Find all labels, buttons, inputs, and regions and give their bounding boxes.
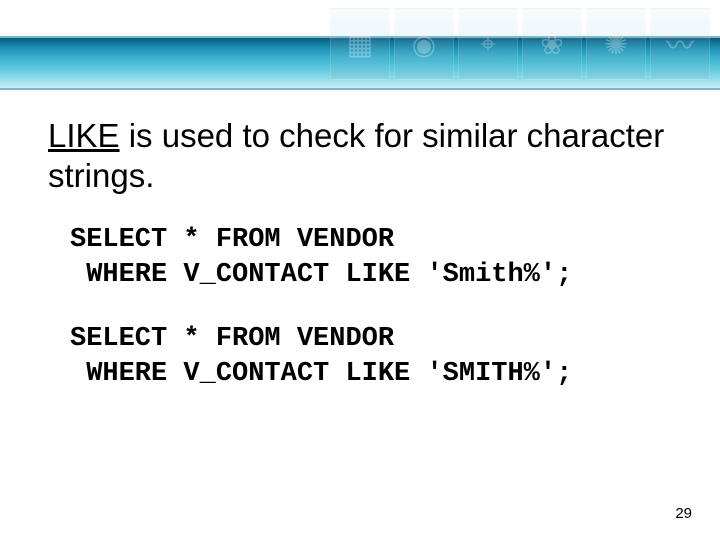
compass-icon: ⌖: [458, 8, 518, 80]
sql-code-2: SELECT * FROM VENDOR WHERE V_CONTACT LIK…: [70, 322, 672, 391]
banner-icon-row: ▦ ◉ ⌖ ❀ ✺ 〰: [330, 8, 710, 80]
heading-keyword: LIKE: [48, 117, 120, 154]
wave-icon: 〰: [650, 8, 710, 80]
sql-code-1: SELECT * FROM VENDOR WHERE V_CONTACT LIK…: [70, 223, 672, 292]
satellite-icon: ✺: [586, 8, 646, 80]
globe-icon: ◉: [394, 8, 454, 80]
heading-rest: is used to check for similar character s…: [48, 117, 664, 194]
slide-content: LIKE is used to check for similar charac…: [0, 86, 720, 391]
page-number: 29: [675, 505, 692, 522]
slide-heading: LIKE is used to check for similar charac…: [48, 116, 672, 195]
flower-icon: ❀: [522, 8, 582, 80]
solar-panel-icon: ▦: [330, 8, 390, 80]
slide-banner: ▦ ◉ ⌖ ❀ ✺ 〰: [0, 0, 720, 86]
banner-gradient: ▦ ◉ ⌖ ❀ ✺ 〰: [0, 36, 720, 90]
